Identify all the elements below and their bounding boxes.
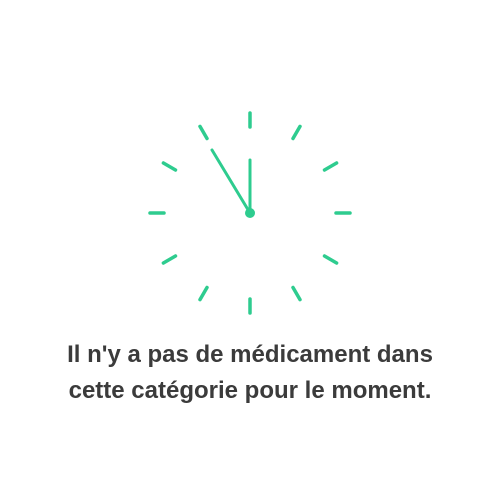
clock-tick-mark (161, 254, 178, 265)
clock-icon (148, 111, 352, 315)
clock-tick-mark (322, 161, 339, 172)
clock-minute-hand (210, 148, 252, 215)
clock-center-dot (245, 208, 255, 218)
clock-tick-mark (198, 285, 209, 302)
empty-state-screen: Il n'y a pas de médicament dans cette ca… (0, 0, 500, 500)
empty-state-message-line-1: Il n'y a pas de médicament dans (67, 341, 433, 368)
clock-tick-mark (322, 254, 339, 265)
clock-tick-mark (161, 161, 178, 172)
clock-tick-mark (198, 124, 209, 141)
empty-state-message: Il n'y a pas de médicament dans cette ca… (0, 337, 500, 409)
empty-state-message-line-2: cette catégorie pour le moment. (68, 377, 432, 404)
clock-tick-mark (291, 285, 302, 302)
clock-tick-mark (291, 124, 302, 141)
